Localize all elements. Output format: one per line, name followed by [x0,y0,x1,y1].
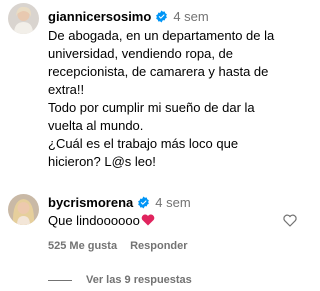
comment-line: extra!! [48,82,85,97]
comment-text: De abogada, en un departamento de la uni… [48,27,274,171]
view-replies-label[interactable]: Ver las 9 respuestas [86,274,192,286]
reply-message: Que lindoooooo [48,213,140,228]
avatar-giannicersosimo[interactable] [8,3,39,34]
heart-outline-icon[interactable] [283,214,297,227]
comment-line: ¿Cuál es el trabajo más loco que [48,136,239,151]
comment-line: universidad, vendiendo ropa, de [48,46,234,61]
reply-button[interactable]: Responder [130,240,187,252]
comment-line: De abogada, en un departamento de la [48,28,275,43]
comment-line: recepcionista, de camarera y hasta de [48,64,269,79]
comment-header: giannicersosimo 4 sem [48,9,209,24]
timestamp[interactable]: 4 sem [155,195,190,210]
likes-count[interactable]: 525 Me gusta [48,240,117,252]
red-heart-emoji-icon [141,213,155,226]
verified-badge-icon [137,196,150,209]
comment-line: vuelta al mundo. [48,118,144,133]
comment-line: hicieron? L@s leo! [48,154,156,169]
reply-text: Que lindoooooo [48,212,155,230]
divider [48,279,72,281]
timestamp[interactable]: 4 sem [173,9,208,24]
reply-header: bycrismorena 4 sem [48,195,191,210]
comment-line: Todo por cumplir mi sueño de dar la [48,100,255,115]
verified-badge-icon [155,10,168,23]
reply-actions: 525 Me gusta Responder [48,240,188,252]
view-replies-button[interactable]: Ver las 9 respuestas [48,274,192,286]
avatar-bycrismorena[interactable] [8,194,39,225]
username[interactable]: giannicersosimo [48,9,151,24]
username[interactable]: bycrismorena [48,195,133,210]
